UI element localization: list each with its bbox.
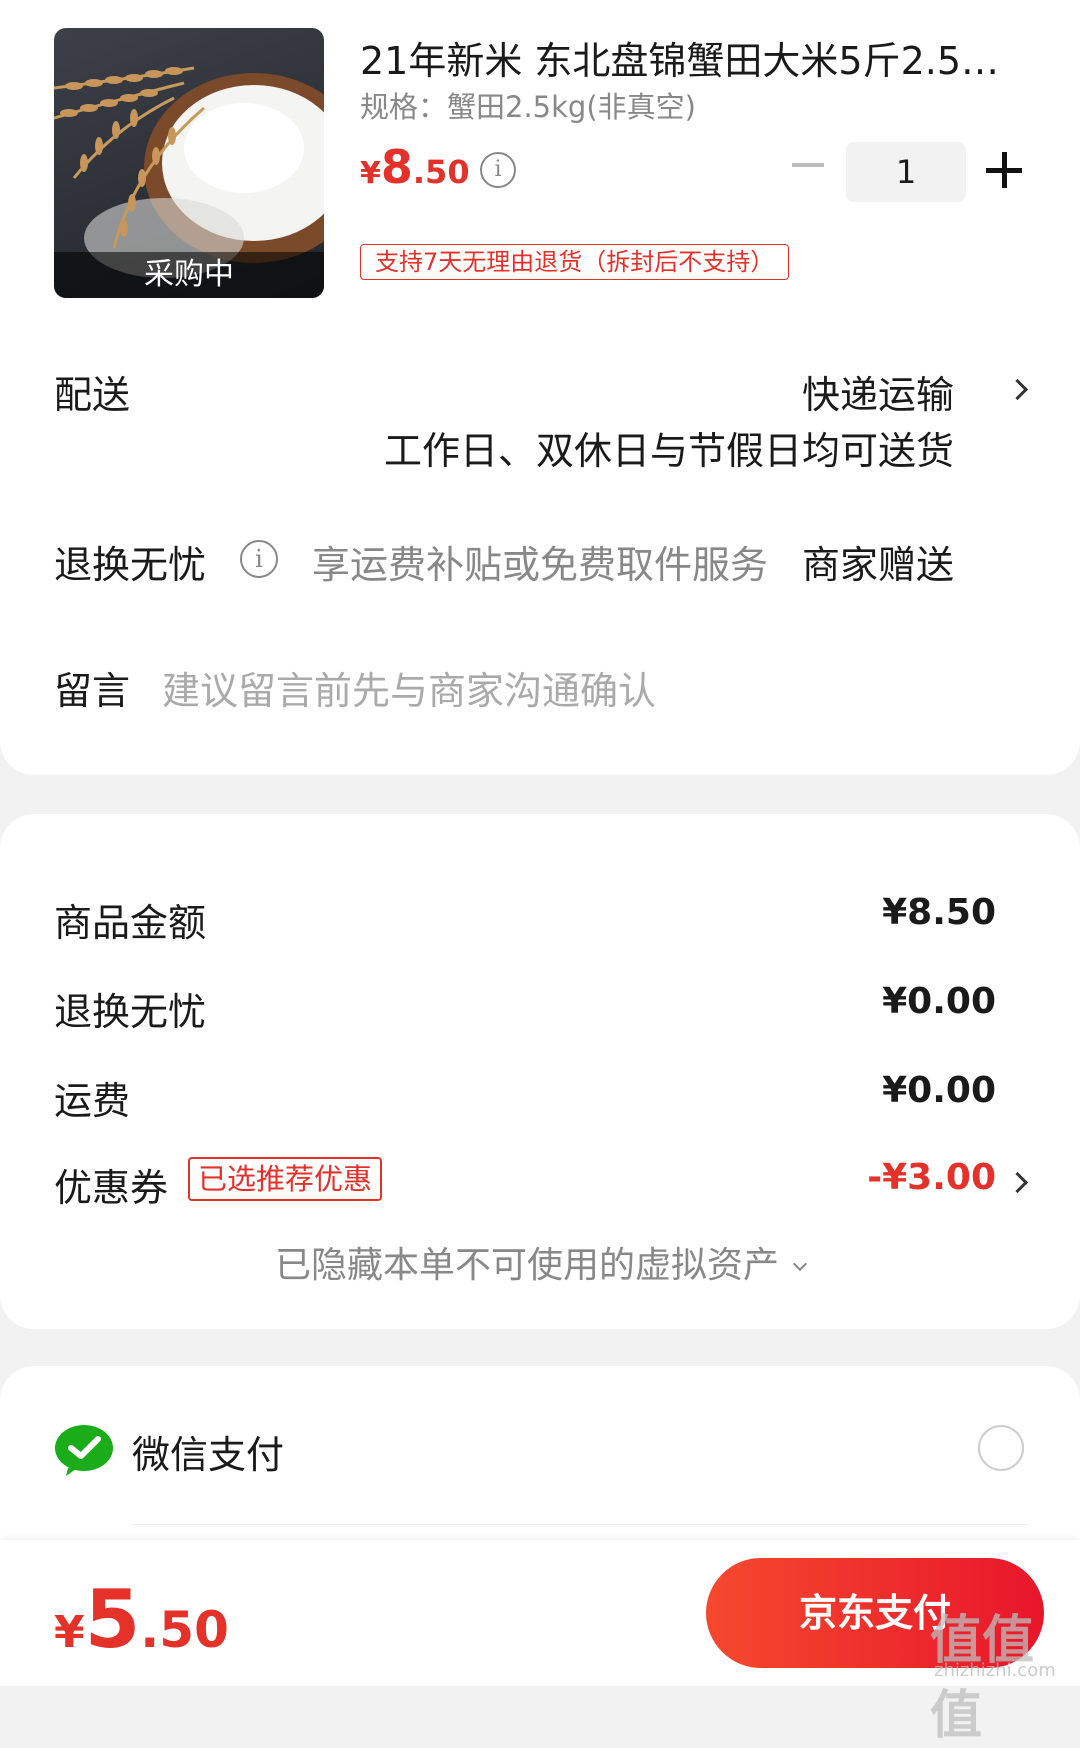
goods-amount-value: ¥8.50	[882, 892, 996, 933]
divider	[132, 1524, 1028, 1525]
worry-free-fee-label: 退换无忧	[54, 990, 207, 1034]
wechat-icon	[55, 1425, 113, 1476]
product-title[interactable]: 21年新米 东北盘锦蟹田大米5斤2.5k…	[360, 30, 1020, 85]
hidden-assets-toggle[interactable]: 已隐藏本单不可使用的虚拟资产	[0, 1236, 1080, 1288]
info-icon[interactable]: i	[240, 540, 278, 578]
return-policy-tag: 支持7天无理由退货（拆封后不支持）	[360, 244, 790, 280]
price-integer: 8	[380, 140, 413, 194]
order-details-card: 采购中 21年新米 东北盘锦蟹田大米5斤2.5k… 规格：蟹田2.5kg(非真空…	[0, 0, 1080, 775]
info-icon[interactable]: i	[480, 152, 516, 188]
delivery-note: 工作日、双休日与节假日均可送货	[383, 429, 954, 473]
quantity-field[interactable]: 1	[846, 142, 966, 202]
product-price: ¥ 8 .50	[360, 140, 470, 194]
worry-free-label: 退换无忧	[54, 543, 207, 587]
product-thumbnail[interactable]: 采购中	[54, 28, 324, 298]
total-currency: ¥	[54, 1607, 85, 1658]
worry-free-fee-value: ¥0.00	[882, 981, 996, 1022]
total-decimal: .50	[140, 1601, 229, 1659]
chevron-down-icon	[792, 1256, 808, 1272]
message-input[interactable]: 建议留言前先与商家沟通确认	[162, 660, 656, 715]
delivery-label: 配送	[54, 373, 131, 417]
chevron-right-icon[interactable]	[1006, 378, 1029, 401]
total-integer: 5	[84, 1573, 141, 1666]
product-spec[interactable]: 规格：蟹田2.5kg(非真空)	[360, 84, 696, 126]
total-price: ¥ 5 .50	[54, 1580, 229, 1660]
message-label: 留言	[54, 669, 131, 713]
delivery-method[interactable]: 快递运输	[802, 364, 954, 419]
minus-icon[interactable]	[790, 148, 826, 182]
coupon-selected-tag: 已选推荐优惠	[188, 1157, 383, 1201]
purchase-status-overlay: 采购中	[54, 252, 324, 298]
price-currency: ¥	[360, 156, 381, 191]
shipping-fee-value: ¥0.00	[882, 1070, 996, 1111]
hidden-assets-text: 已隐藏本单不可使用的虚拟资产	[274, 1245, 779, 1286]
wechat-pay-radio[interactable]	[978, 1425, 1024, 1471]
plus-icon[interactable]	[986, 152, 1022, 188]
goods-amount-label: 商品金额	[54, 901, 207, 945]
watermark-url: zhizhizhi.com	[934, 1660, 1056, 1681]
worry-free-gift: 商家赠送	[801, 543, 954, 587]
bottom-pay-bar: ¥ 5 .50 京东支付	[0, 1540, 1080, 1686]
coupon-label: 优惠券	[54, 1166, 169, 1210]
coupon-value[interactable]: -¥3.00	[867, 1157, 996, 1198]
price-decimal: .50	[412, 153, 470, 191]
worry-free-description: 享运费补贴或免费取件服务	[312, 543, 769, 587]
wechat-pay-label[interactable]: 微信支付	[132, 1424, 284, 1479]
shipping-fee-label: 运费	[54, 1079, 131, 1123]
